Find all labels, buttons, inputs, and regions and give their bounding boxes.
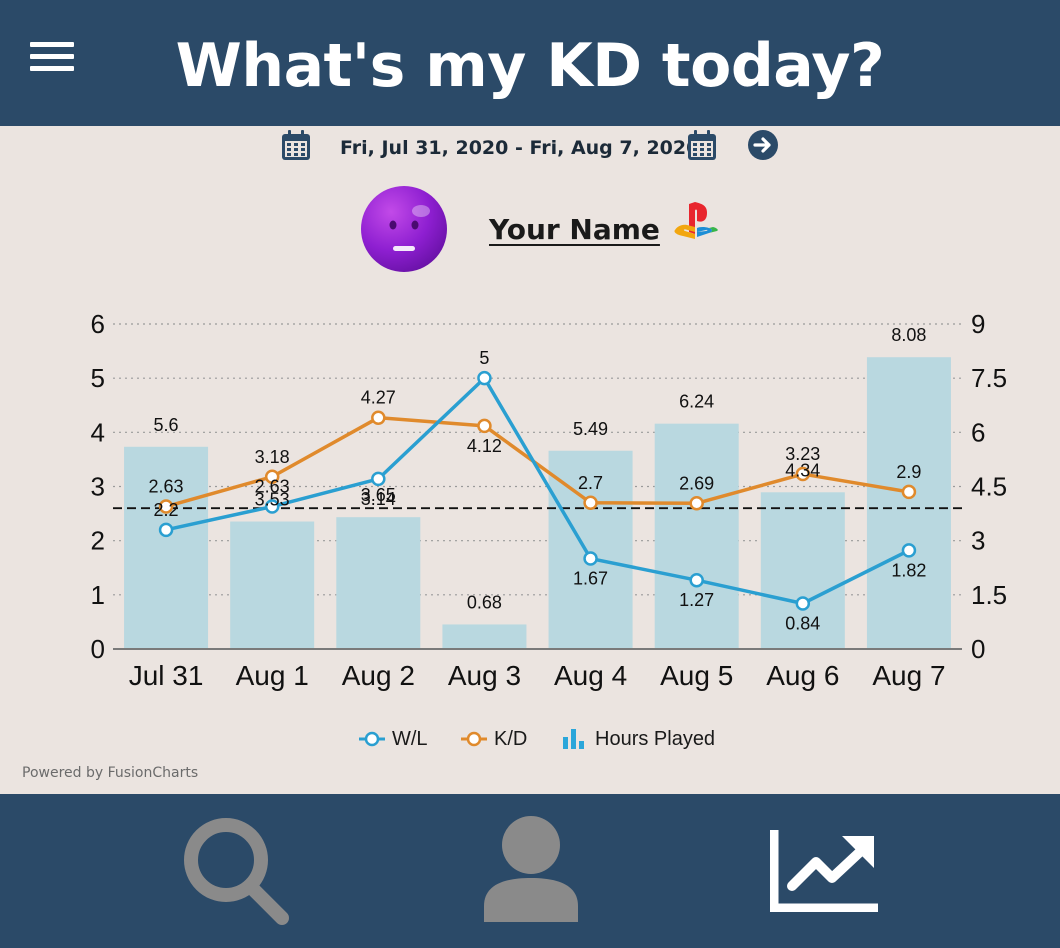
x-axis-category-label: Aug 5 bbox=[660, 660, 733, 691]
person-icon[interactable] bbox=[482, 814, 580, 924]
right-axis-tick-label: 6 bbox=[971, 417, 985, 447]
x-axis-category-label: Aug 2 bbox=[342, 660, 415, 691]
data-label: 2.63 bbox=[149, 477, 184, 497]
data-point bbox=[795, 596, 811, 611]
left-axis-tick-label: 3 bbox=[91, 472, 105, 502]
left-axis-tick-label: 4 bbox=[91, 417, 105, 447]
x-axis-category-label: Aug 6 bbox=[766, 660, 839, 691]
line-marker-icon bbox=[461, 731, 487, 747]
data-point bbox=[477, 418, 492, 434]
data-label: 5.49 bbox=[573, 419, 608, 439]
right-axis-tick-label: 1.5 bbox=[971, 580, 1007, 610]
right-axis-tick-label: 0 bbox=[971, 634, 985, 664]
data-point bbox=[477, 370, 492, 386]
bar bbox=[230, 521, 315, 649]
calendar-icon[interactable] bbox=[281, 129, 311, 161]
profile-row: Your Name bbox=[0, 182, 1060, 282]
data-label: 3.65 bbox=[361, 485, 396, 505]
hours-played-bars bbox=[124, 357, 951, 649]
data-point bbox=[689, 496, 704, 511]
x-axis-category-label: Aug 1 bbox=[236, 660, 309, 691]
data-label: 5 bbox=[479, 348, 489, 368]
left-axis-tick-label: 0 bbox=[91, 634, 105, 664]
data-point bbox=[371, 410, 386, 425]
legend-label: Hours Played bbox=[595, 728, 716, 750]
x-axis-category-label: Jul 31 bbox=[129, 660, 204, 691]
data-point bbox=[583, 551, 598, 566]
data-label: 8.08 bbox=[891, 325, 926, 345]
legend-label: W/L bbox=[392, 728, 428, 750]
bar bbox=[654, 423, 739, 649]
data-label: 2.69 bbox=[679, 473, 714, 493]
x-axis-category-label: Aug 3 bbox=[448, 660, 521, 691]
x-axis-category-label: Aug 4 bbox=[554, 660, 627, 691]
right-axis-tick-label: 7.5 bbox=[971, 363, 1007, 393]
trending-chart-icon[interactable] bbox=[770, 830, 882, 912]
bar-chart-icon bbox=[563, 729, 584, 749]
bar bbox=[442, 624, 527, 649]
calendar-icon[interactable] bbox=[687, 129, 717, 161]
user-name-link[interactable]: Your Name bbox=[489, 213, 660, 246]
x-axis-category-label: Aug 7 bbox=[872, 660, 945, 691]
right-axis-tick-label: 9 bbox=[971, 309, 985, 339]
left-axis-tick-label: 6 bbox=[91, 309, 105, 339]
combo-chart: 2.22.633.1451.671.270.841.822.633.184.27… bbox=[91, 309, 1008, 691]
data-point bbox=[583, 495, 598, 510]
left-axis-tick-label: 5 bbox=[91, 363, 105, 393]
data-point bbox=[371, 471, 386, 487]
right-axis-tick-label: 4.5 bbox=[971, 472, 1007, 502]
data-point bbox=[158, 522, 174, 538]
app-header: What's my KD today? bbox=[0, 0, 1060, 126]
chart-legend: W/L K/D Hours Played bbox=[0, 724, 1060, 754]
data-label: 4.27 bbox=[361, 388, 396, 408]
data-label: 0.68 bbox=[467, 592, 502, 612]
bar bbox=[336, 517, 421, 649]
data-label: 4.12 bbox=[467, 436, 502, 456]
legend-item-hours[interactable]: Hours Played bbox=[561, 726, 721, 752]
right-axis-tick-label: 3 bbox=[971, 526, 985, 556]
left-axis-tick-label: 1 bbox=[91, 580, 105, 610]
data-label: 0.84 bbox=[785, 614, 820, 634]
page-title: What's my KD today? bbox=[175, 31, 885, 101]
powered-by-label: Powered by FusionCharts bbox=[22, 765, 199, 781]
legend-label: K/D bbox=[494, 728, 528, 750]
data-point bbox=[901, 543, 917, 558]
data-label: 3.53 bbox=[255, 490, 290, 510]
data-point bbox=[901, 484, 917, 500]
date-range-bar: Fri, Jul 31, 2020 - Fri, Aug 7, 2020 bbox=[0, 126, 1060, 170]
data-label: 3.18 bbox=[255, 447, 290, 467]
legend-item-wl[interactable]: W/L bbox=[358, 726, 432, 752]
arrow-right-circle-icon[interactable] bbox=[747, 129, 779, 161]
data-label: 4.34 bbox=[785, 460, 820, 480]
bottom-nav bbox=[0, 794, 1060, 948]
data-label: 2.9 bbox=[896, 462, 921, 482]
data-label: 5.6 bbox=[154, 415, 179, 435]
search-icon[interactable] bbox=[182, 816, 292, 926]
date-range-label: Fri, Jul 31, 2020 - Fri, Aug 7, 2020 bbox=[340, 137, 700, 159]
line-marker-icon bbox=[359, 731, 385, 747]
data-label: 2.7 bbox=[578, 473, 603, 493]
playstation-logo-icon bbox=[674, 202, 718, 239]
data-label: 1.67 bbox=[573, 569, 608, 589]
neutral-face-avatar bbox=[361, 186, 447, 272]
left-axis-tick-label: 2 bbox=[91, 526, 105, 556]
data-label: 2.2 bbox=[154, 500, 179, 520]
data-label: 1.27 bbox=[679, 590, 714, 610]
data-label: 6.24 bbox=[679, 392, 714, 412]
data-point bbox=[689, 572, 704, 588]
bar bbox=[866, 357, 951, 649]
data-label: 1.82 bbox=[891, 560, 926, 580]
legend-item-kd[interactable]: K/D bbox=[460, 726, 536, 752]
